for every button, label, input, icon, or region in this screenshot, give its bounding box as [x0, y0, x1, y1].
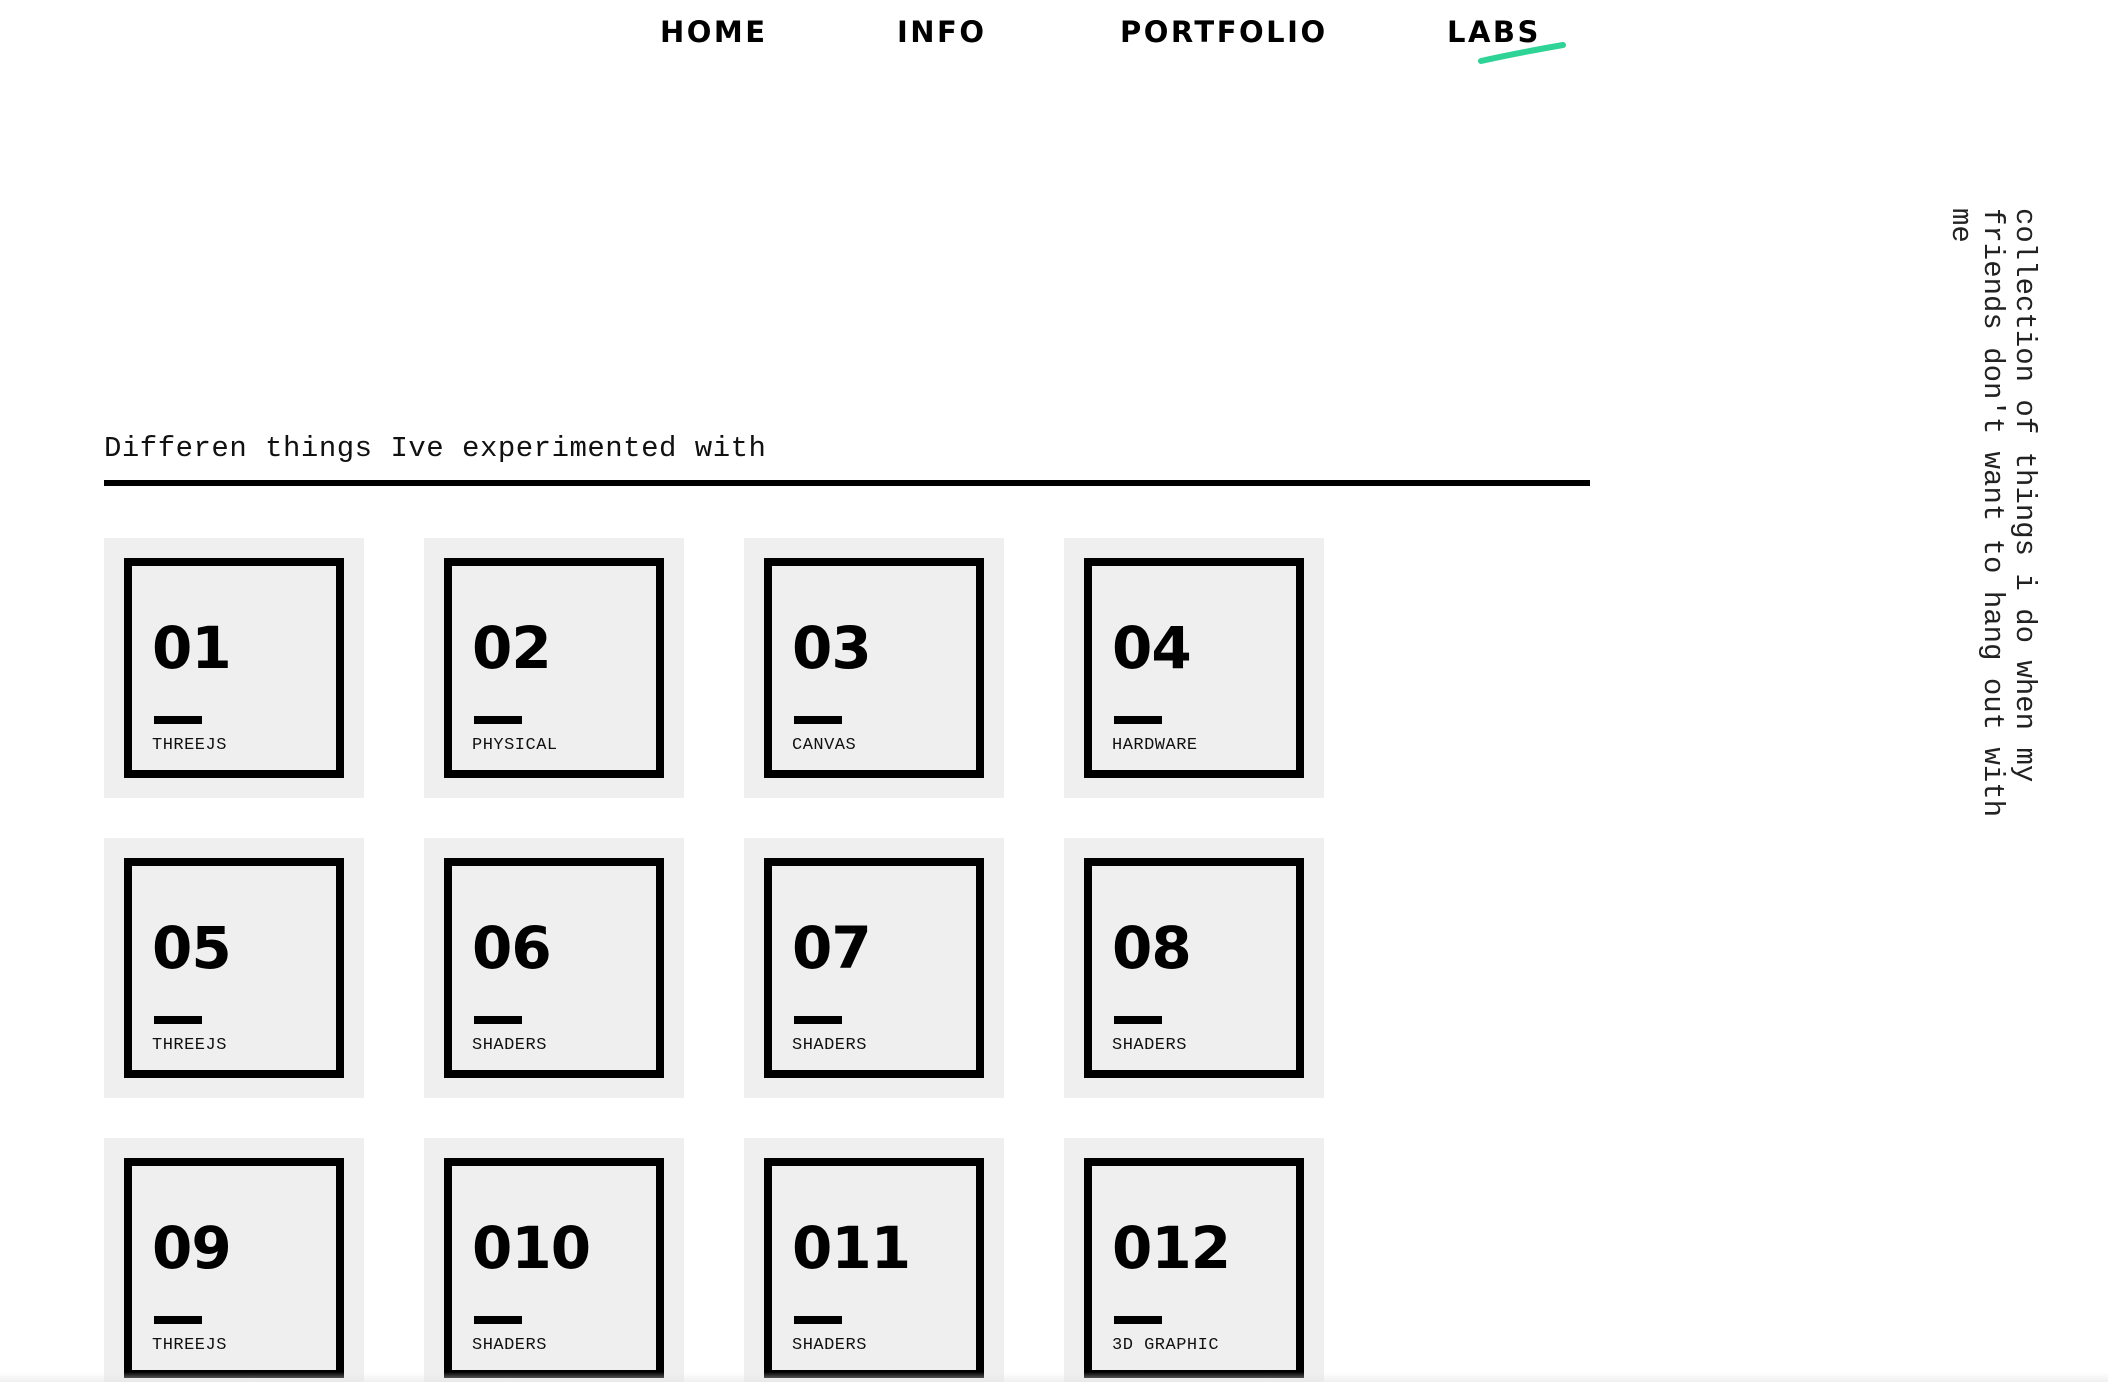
card-tag: SHADERS	[1112, 1036, 1187, 1055]
card-dash	[1114, 716, 1162, 724]
nav-labs-label: LABS	[1447, 15, 1541, 49]
labs-grid: 01 THREEJS 02 PHYSICAL 03 CANVAS 04 HARDWARE…	[104, 538, 1404, 1382]
card-dash	[1114, 1016, 1162, 1024]
card-frame: 04 HARDWARE	[1084, 558, 1304, 778]
lab-card[interactable]: 01 THREEJS	[104, 538, 364, 798]
lab-card[interactable]: 09 THREEJS	[104, 1138, 364, 1382]
card-frame: 06 SHADERS	[444, 858, 664, 1078]
card-tag: THREEJS	[152, 1336, 227, 1355]
card-dash	[154, 1316, 202, 1324]
lab-card[interactable]: 07 SHADERS	[744, 838, 1004, 1098]
card-tag: HARDWARE	[1112, 736, 1198, 755]
card-frame: 09 THREEJS	[124, 1158, 344, 1378]
card-frame: 03 CANVAS	[764, 558, 984, 778]
card-tag: THREEJS	[152, 1036, 227, 1055]
nav-portfolio-link[interactable]: PORTFOLIO	[1120, 12, 1328, 52]
card-frame: 012 3D GRAPHIC	[1084, 1158, 1304, 1378]
card-frame: 011 SHADERS	[764, 1158, 984, 1378]
lab-card[interactable]: 04 HARDWARE	[1064, 538, 1324, 798]
card-number: 011	[792, 1214, 911, 1282]
card-number: 01	[152, 614, 232, 682]
card-frame: 08 SHADERS	[1084, 858, 1304, 1078]
card-dash	[1114, 1316, 1162, 1324]
card-number: 03	[792, 614, 872, 682]
main-nav: HOME INFO PORTFOLIO LABS	[0, 12, 2108, 72]
card-tag: SHADERS	[792, 1036, 867, 1055]
card-number: 010	[472, 1214, 591, 1282]
lab-card[interactable]: 02 PHYSICAL	[424, 538, 684, 798]
card-dash	[794, 716, 842, 724]
card-tag: SHADERS	[472, 1036, 547, 1055]
lab-card[interactable]: 05 THREEJS	[104, 838, 364, 1098]
card-tag: 3D GRAPHIC	[1112, 1336, 1220, 1355]
card-number: 012	[1112, 1214, 1231, 1282]
card-frame: 02 PHYSICAL	[444, 558, 664, 778]
section-title: Differen things Ive experimented with	[104, 432, 767, 465]
card-number: 09	[152, 1214, 232, 1282]
card-dash	[474, 1316, 522, 1324]
card-number: 06	[472, 914, 552, 982]
lab-card[interactable]: 012 3D GRAPHIC	[1064, 1138, 1324, 1382]
card-number: 02	[472, 614, 552, 682]
lab-card[interactable]: 08 SHADERS	[1064, 838, 1324, 1098]
card-dash	[794, 1316, 842, 1324]
lab-card[interactable]: 011 SHADERS	[744, 1138, 1004, 1382]
card-number: 08	[1112, 914, 1192, 982]
section-divider	[104, 480, 1590, 486]
side-tagline: collection of things i do when my friend…	[1944, 208, 2041, 818]
card-dash	[474, 1016, 522, 1024]
nav-info-link[interactable]: INFO	[897, 12, 987, 52]
card-number: 05	[152, 914, 232, 982]
lab-card[interactable]: 010 SHADERS	[424, 1138, 684, 1382]
card-tag: SHADERS	[472, 1336, 547, 1355]
card-frame: 07 SHADERS	[764, 858, 984, 1078]
card-tag: CANVAS	[792, 736, 857, 755]
card-dash	[154, 716, 202, 724]
card-frame: 010 SHADERS	[444, 1158, 664, 1378]
lab-card[interactable]: 03 CANVAS	[744, 538, 1004, 798]
lab-card[interactable]: 06 SHADERS	[424, 838, 684, 1098]
card-dash	[474, 716, 522, 724]
card-number: 04	[1112, 614, 1192, 682]
card-tag: SHADERS	[792, 1336, 867, 1355]
card-tag: PHYSICAL	[472, 736, 558, 755]
card-dash	[154, 1016, 202, 1024]
card-dash	[794, 1016, 842, 1024]
labs-page: HOME INFO PORTFOLIO LABS collection of t…	[0, 0, 2108, 1382]
card-tag: THREEJS	[152, 736, 227, 755]
card-frame: 01 THREEJS	[124, 558, 344, 778]
nav-home-link[interactable]: HOME	[660, 12, 768, 52]
nav-labs-link[interactable]: LABS	[1447, 12, 1566, 64]
card-number: 07	[792, 914, 872, 982]
card-frame: 05 THREEJS	[124, 858, 344, 1078]
